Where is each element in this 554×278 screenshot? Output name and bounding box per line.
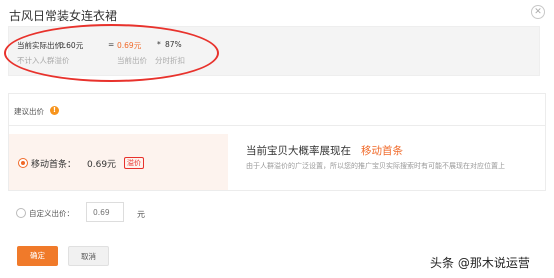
description-title-text: 当前宝贝大概率展现在	[246, 145, 351, 157]
placement-description-title: 当前宝贝大概率展现在 移动首条	[246, 143, 403, 158]
dialog-title: 古风日常装女连衣裙	[9, 9, 118, 23]
confirm-button[interactable]: 确定	[17, 246, 58, 266]
info-icon[interactable]: !	[50, 106, 59, 115]
placement-description-text: 由于人群溢价的广泛设置，所以您的推广宝贝实际搜索时有可能不展现在对应位置上	[246, 162, 505, 170]
annotation-ellipse	[4, 24, 219, 82]
custom-bid-radio[interactable]	[16, 208, 26, 218]
mobile-first-radio[interactable]	[18, 158, 28, 168]
suggest-bid-label: 建议出价	[14, 107, 44, 116]
description-title-highlight: 移动首条	[361, 145, 404, 157]
divider	[8, 125, 546, 126]
mobile-first-price: 0.69元	[87, 160, 117, 170]
close-icon[interactable]: ✕	[531, 5, 545, 19]
premium-tag: 溢价	[124, 157, 144, 169]
custom-bid-label: 自定义出价：	[29, 209, 74, 218]
mobile-first-label: 移动首条：	[31, 160, 77, 170]
custom-bid-unit: 元	[137, 210, 145, 219]
cancel-button[interactable]: 取消	[68, 246, 109, 266]
custom-bid-input[interactable]	[86, 202, 124, 222]
watermark: 头条 @那木说运营	[430, 256, 530, 270]
